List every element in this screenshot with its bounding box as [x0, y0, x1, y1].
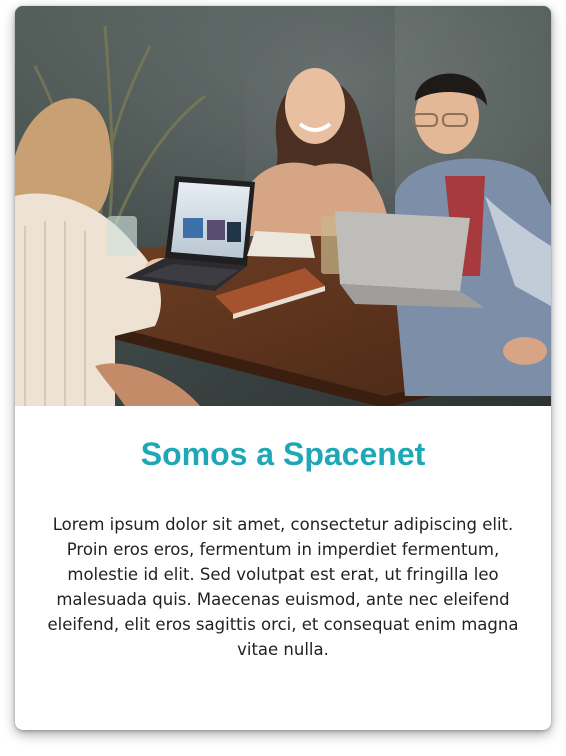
section-title: Somos a Spacenet	[140, 436, 426, 472]
content-card: Somos a Spacenet Lorem ipsum dolor sit a…	[15, 6, 551, 730]
section-description: Lorem ipsum dolor sit amet, consectetur …	[47, 515, 519, 659]
team-photo	[15, 6, 551, 406]
